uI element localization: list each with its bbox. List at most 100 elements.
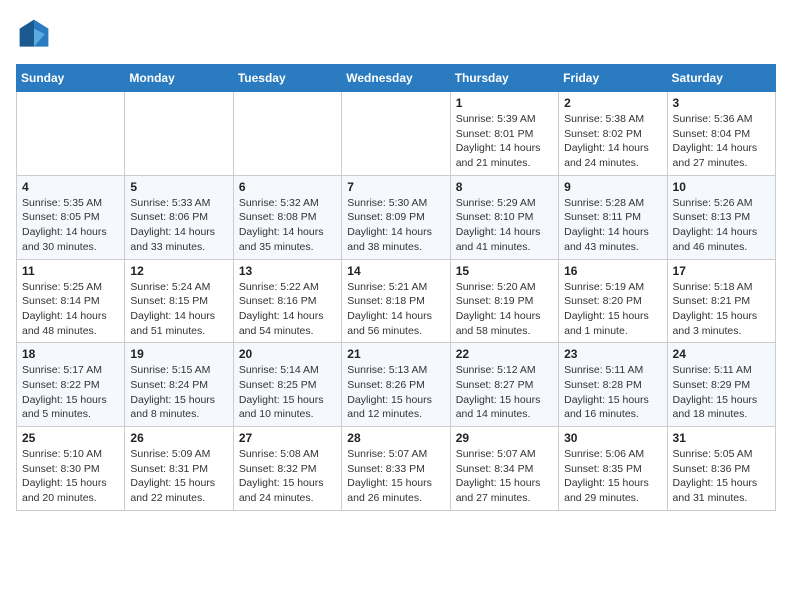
calendar-table: SundayMondayTuesdayWednesdayThursdayFrid… (16, 64, 776, 511)
day-header-friday: Friday (559, 65, 667, 92)
calendar-cell: 16 Sunrise: 5:19 AMSunset: 8:20 PMDayligh… (559, 259, 667, 343)
day-info: Sunrise: 5:21 AMSunset: 8:18 PMDaylight:… (347, 280, 444, 339)
day-info: Sunrise: 5:28 AMSunset: 8:11 PMDaylight:… (564, 196, 661, 255)
calendar-cell: 1 Sunrise: 5:39 AMSunset: 8:01 PMDaylight… (450, 92, 558, 176)
day-info: Sunrise: 5:15 AMSunset: 8:24 PMDaylight:… (130, 363, 227, 422)
calendar-cell: 15 Sunrise: 5:20 AMSunset: 8:19 PMDayligh… (450, 259, 558, 343)
day-info: Sunrise: 5:39 AMSunset: 8:01 PMDaylight:… (456, 112, 553, 171)
day-number: 11 (22, 264, 119, 278)
calendar-week-row: 4Sunrise: 5:35 AMSunset: 8:05 PMDaylight… (17, 175, 776, 259)
calendar-cell: 6Sunrise: 5:32 AMSunset: 8:08 PMDaylight… (233, 175, 341, 259)
day-info: Sunrise: 5:07 AMSunset: 8:34 PMDaylight:… (456, 447, 553, 506)
calendar-cell: 17Sunrise: 5:18 AMSunset: 8:21 PMDayligh… (667, 259, 775, 343)
day-info: Sunrise: 5:25 AMSunset: 8:14 PMDaylight:… (22, 280, 119, 339)
day-number: 9 (564, 180, 661, 194)
day-number: 27 (239, 431, 336, 445)
day-info: Sunrise: 5:36 AMSunset: 8:04 PMDaylight:… (673, 112, 770, 171)
day-info: Sunrise: 5:05 AMSunset: 8:36 PMDaylight:… (673, 447, 770, 506)
calendar-cell: 2 Sunrise: 5:38 AMSunset: 8:02 PMDaylight… (559, 92, 667, 176)
calendar-cell: 20 Sunrise: 5:14 AMSunset: 8:25 PMDayligh… (233, 343, 341, 427)
day-number: 23 (564, 347, 661, 361)
calendar-cell: 21 Sunrise: 5:13 AMSunset: 8:26 PMDayligh… (342, 343, 450, 427)
day-header-sunday: Sunday (17, 65, 125, 92)
day-info: Sunrise: 5:07 AMSunset: 8:33 PMDaylight:… (347, 447, 444, 506)
calendar-week-row: 25Sunrise: 5:10 AMSunset: 8:30 PMDayligh… (17, 427, 776, 511)
calendar-cell: 29 Sunrise: 5:07 AMSunset: 8:34 PMDayligh… (450, 427, 558, 511)
day-number: 17 (673, 264, 770, 278)
logo (16, 16, 56, 52)
day-number: 30 (564, 431, 661, 445)
calendar-cell: 11 Sunrise: 5:25 AMSunset: 8:14 PMDayligh… (17, 259, 125, 343)
day-info: Sunrise: 5:17 AMSunset: 8:22 PMDaylight:… (22, 363, 119, 422)
calendar-cell: 22 Sunrise: 5:12 AMSunset: 8:27 PMDayligh… (450, 343, 558, 427)
day-info: Sunrise: 5:20 AMSunset: 8:19 PMDaylight:… (456, 280, 553, 339)
day-info: Sunrise: 5:38 AMSunset: 8:02 PMDaylight:… (564, 112, 661, 171)
calendar-cell: 26 Sunrise: 5:09 AMSunset: 8:31 PMDayligh… (125, 427, 233, 511)
day-number: 21 (347, 347, 444, 361)
day-header-thursday: Thursday (450, 65, 558, 92)
day-number: 16 (564, 264, 661, 278)
day-header-saturday: Saturday (667, 65, 775, 92)
calendar-cell: 23 Sunrise: 5:11 AMSunset: 8:28 PMDayligh… (559, 343, 667, 427)
day-info: Sunrise: 5:14 AMSunset: 8:25 PMDaylight:… (239, 363, 336, 422)
day-number: 3 (673, 96, 770, 110)
calendar-cell: 30 Sunrise: 5:06 AMSunset: 8:35 PMDayligh… (559, 427, 667, 511)
calendar-cell: 31Sunrise: 5:05 AMSunset: 8:36 PMDayligh… (667, 427, 775, 511)
day-header-tuesday: Tuesday (233, 65, 341, 92)
calendar-week-row: 11 Sunrise: 5:25 AMSunset: 8:14 PMDayligh… (17, 259, 776, 343)
calendar-cell (342, 92, 450, 176)
day-number: 2 (564, 96, 661, 110)
day-info: Sunrise: 5:30 AMSunset: 8:09 PMDaylight:… (347, 196, 444, 255)
day-info: Sunrise: 5:09 AMSunset: 8:31 PMDaylight:… (130, 447, 227, 506)
day-number: 19 (130, 347, 227, 361)
day-number: 22 (456, 347, 553, 361)
logo-icon (16, 16, 52, 52)
day-number: 5 (130, 180, 227, 194)
calendar-cell (233, 92, 341, 176)
calendar-cell: 18 Sunrise: 5:17 AMSunset: 8:22 PMDayligh… (17, 343, 125, 427)
calendar-cell: 25Sunrise: 5:10 AMSunset: 8:30 PMDayligh… (17, 427, 125, 511)
day-number: 29 (456, 431, 553, 445)
day-info: Sunrise: 5:29 AMSunset: 8:10 PMDaylight:… (456, 196, 553, 255)
calendar-cell: 19 Sunrise: 5:15 AMSunset: 8:24 PMDayligh… (125, 343, 233, 427)
day-info: Sunrise: 5:26 AMSunset: 8:13 PMDaylight:… (673, 196, 770, 255)
day-info: Sunrise: 5:12 AMSunset: 8:27 PMDaylight:… (456, 363, 553, 422)
calendar-cell: 7 Sunrise: 5:30 AMSunset: 8:09 PMDaylight… (342, 175, 450, 259)
calendar-cell: 14 Sunrise: 5:21 AMSunset: 8:18 PMDayligh… (342, 259, 450, 343)
day-number: 18 (22, 347, 119, 361)
calendar-week-row: 18 Sunrise: 5:17 AMSunset: 8:22 PMDayligh… (17, 343, 776, 427)
day-number: 28 (347, 431, 444, 445)
day-number: 1 (456, 96, 553, 110)
calendar-cell: 13Sunrise: 5:22 AMSunset: 8:16 PMDayligh… (233, 259, 341, 343)
day-number: 8 (456, 180, 553, 194)
day-header-wednesday: Wednesday (342, 65, 450, 92)
day-header-monday: Monday (125, 65, 233, 92)
day-info: Sunrise: 5:11 AMSunset: 8:28 PMDaylight:… (564, 363, 661, 422)
day-info: Sunrise: 5:08 AMSunset: 8:32 PMDaylight:… (239, 447, 336, 506)
calendar-cell (17, 92, 125, 176)
calendar-cell: 24 Sunrise: 5:11 AMSunset: 8:29 PMDayligh… (667, 343, 775, 427)
calendar-cell (125, 92, 233, 176)
day-number: 7 (347, 180, 444, 194)
day-number: 20 (239, 347, 336, 361)
page-header (16, 16, 776, 52)
calendar-cell: 8 Sunrise: 5:29 AMSunset: 8:10 PMDaylight… (450, 175, 558, 259)
day-info: Sunrise: 5:22 AMSunset: 8:16 PMDaylight:… (239, 280, 336, 339)
day-number: 12 (130, 264, 227, 278)
calendar-cell: 12Sunrise: 5:24 AMSunset: 8:15 PMDayligh… (125, 259, 233, 343)
day-number: 24 (673, 347, 770, 361)
day-number: 14 (347, 264, 444, 278)
day-info: Sunrise: 5:32 AMSunset: 8:08 PMDaylight:… (239, 196, 336, 255)
day-info: Sunrise: 5:13 AMSunset: 8:26 PMDaylight:… (347, 363, 444, 422)
day-number: 10 (673, 180, 770, 194)
calendar-cell: 4Sunrise: 5:35 AMSunset: 8:05 PMDaylight… (17, 175, 125, 259)
day-info: Sunrise: 5:11 AMSunset: 8:29 PMDaylight:… (673, 363, 770, 422)
day-info: Sunrise: 5:06 AMSunset: 8:35 PMDaylight:… (564, 447, 661, 506)
day-info: Sunrise: 5:35 AMSunset: 8:05 PMDaylight:… (22, 196, 119, 255)
calendar-cell: 27 Sunrise: 5:08 AMSunset: 8:32 PMDayligh… (233, 427, 341, 511)
day-number: 26 (130, 431, 227, 445)
day-info: Sunrise: 5:19 AMSunset: 8:20 PMDaylight:… (564, 280, 661, 339)
day-number: 15 (456, 264, 553, 278)
calendar-cell: 10 Sunrise: 5:26 AMSunset: 8:13 PMDayligh… (667, 175, 775, 259)
calendar-cell: 28 Sunrise: 5:07 AMSunset: 8:33 PMDayligh… (342, 427, 450, 511)
